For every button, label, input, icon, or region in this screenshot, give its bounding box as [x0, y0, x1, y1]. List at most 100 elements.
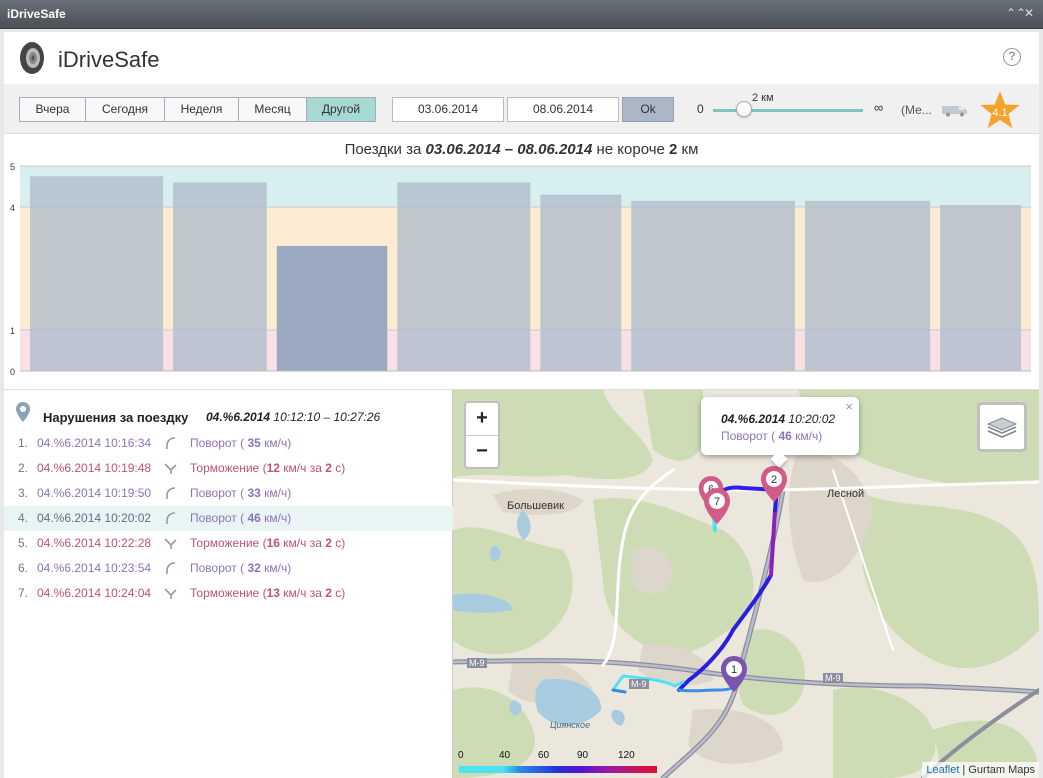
toolbar: Вчера Сегодня Неделя Месяц Другой 03.06.…: [4, 84, 1039, 134]
violation-row[interactable]: 4. 04.%6.2014 10:20:02 Поворот ( 46 км/ч): [4, 506, 453, 531]
violation-unit: км/ч): [260, 486, 292, 500]
app-container: iDriveSafe ? Вчера Сегодня Неделя Месяц …: [4, 32, 1039, 778]
location-pin-icon: [16, 402, 30, 422]
violation-row[interactable]: 5. 04.%6.2014 10:22:28 Торможение (16 км/ч…: [4, 531, 453, 556]
violation-marker-2[interactable]: 2: [758, 464, 790, 504]
violations-header: Нарушения за поездку 04.%6.2014 10:12:10…: [16, 402, 446, 426]
slider-max-label: ∞: [874, 100, 884, 115]
violation-time[interactable]: 04.%6.2014 10:24:04: [37, 581, 151, 606]
violation-type-label: Поворот (: [190, 561, 248, 575]
marker-7-label: 7: [714, 496, 720, 508]
popup-violation-unit: км/ч): [791, 429, 823, 443]
chart-bar-7[interactable]: [940, 204, 1021, 371]
violation-time[interactable]: 04.%6.2014 10:22:28: [37, 531, 151, 556]
road-label-m9-east: М-9: [823, 673, 843, 683]
violation-type: Поворот ( 32 км/ч): [190, 556, 291, 581]
violation-row[interactable]: 6. 04.%6.2014 10:23:54 Поворот ( 32 км/ч): [4, 556, 453, 581]
period-today-button[interactable]: Сегодня: [86, 97, 165, 122]
violation-number: 2.: [18, 461, 29, 475]
attribution-source: Gurtam Maps: [968, 764, 1035, 776]
violation-unit: км/ч): [260, 436, 292, 450]
chart-bar-3[interactable]: [397, 182, 531, 371]
chart-bar-1[interactable]: [173, 182, 267, 371]
violation-marker-7[interactable]: 7: [701, 486, 733, 526]
speed-legend-bar: [459, 766, 657, 773]
violation-time[interactable]: 04.%6.2014 10:19:48: [37, 456, 151, 481]
chart-bar-2[interactable]: [276, 245, 388, 371]
trips-chart: Поездки за 03.06.2014 – 08.06.2014 не ко…: [4, 135, 1039, 390]
layers-button[interactable]: [977, 402, 1027, 452]
popup-date: 04.%6.2014: [721, 412, 786, 426]
period-selector: Вчера Сегодня Неделя Месяц Другой: [19, 97, 376, 122]
speed-legend-60: 60: [538, 750, 550, 761]
violation-type-label: Торможение (: [190, 461, 267, 475]
violation-type-label: Поворот (: [190, 436, 248, 450]
violation-time[interactable]: 04.%6.2014 10:23:54: [37, 556, 151, 581]
violation-time[interactable]: 04.%6.2014 10:19:50: [37, 481, 151, 506]
violation-row[interactable]: 3. 04.%6.2014 10:19:50 Поворот ( 33 км/ч): [4, 481, 453, 506]
van-icon[interactable]: [941, 103, 971, 117]
period-month-button[interactable]: Месяц: [239, 97, 307, 122]
violation-row[interactable]: 1. 04.%6.2014 10:16:34 Поворот ( 35 км/ч): [4, 431, 453, 456]
violation-type: Торможение (13 км/ч за 2 с): [190, 581, 345, 606]
chart-bar-4[interactable]: [540, 194, 622, 371]
violation-number: 1.: [18, 436, 29, 450]
speed-legend-40: 40: [499, 750, 511, 761]
violation-duration-unit: с): [331, 536, 346, 550]
speed-legend-90: 90: [577, 750, 589, 761]
violation-row[interactable]: 2. 04.%6.2014 10:19:48 Торможение (12 км/ч…: [4, 456, 453, 481]
period-yesterday-button[interactable]: Вчера: [19, 97, 86, 122]
marker-1-label: 1: [731, 664, 737, 676]
place-label-tsyanskoe: Циянское: [550, 720, 591, 730]
popup-violation: Поворот ( 46 км/ч): [721, 429, 822, 443]
chart-bar-0[interactable]: [30, 176, 164, 371]
violation-time[interactable]: 04.%6.2014 10:16:34: [37, 431, 151, 456]
distance-slider-thumb[interactable]: [736, 101, 752, 117]
speed-legend-ticks: 0 40 60 90 120: [458, 750, 668, 764]
marker-2-label: 2: [771, 474, 777, 486]
close-window-icon[interactable]: ✕: [1024, 6, 1034, 20]
date-from-input[interactable]: 03.06.2014: [392, 97, 504, 122]
ok-button[interactable]: Ok: [622, 97, 674, 122]
map-view[interactable]: 2 6 7 1 Большевик Лесной Циянское М-9 М-…: [453, 390, 1039, 778]
popup-violation-label: Поворот (: [721, 429, 779, 443]
violation-popup: × 04.%6.2014 10:20:02 Поворот ( 46 км/ч): [701, 397, 859, 468]
window-title: iDriveSafe: [7, 7, 66, 21]
violation-time[interactable]: 04.%6.2014 10:20:02: [37, 506, 151, 531]
turn-icon: [166, 487, 176, 499]
period-custom-button[interactable]: Другой: [307, 97, 376, 122]
date-to-input[interactable]: 08.06.2014: [507, 97, 619, 122]
violation-number: 5.: [18, 536, 29, 550]
violation-type: Торможение (16 км/ч за 2 с): [190, 531, 345, 556]
turn-icon: [166, 512, 176, 524]
chart-y-tick-label: 1: [10, 326, 15, 336]
violations-trip-time: 10:12:10 – 10:27:26: [273, 410, 381, 424]
violation-speed: 32: [247, 561, 261, 575]
violation-unit: км/ч за: [279, 586, 326, 600]
violation-type: Поворот ( 35 км/ч): [190, 431, 291, 456]
popup-violation-speed: 46: [778, 429, 792, 443]
chart-bar-5[interactable]: [631, 200, 795, 371]
violation-row[interactable]: 7. 04.%6.2014 10:24:04 Торможение (13 км/ч…: [4, 581, 453, 606]
leaflet-link[interactable]: Leaflet: [926, 764, 959, 776]
road-label-m9-center: М-9: [629, 679, 649, 689]
violation-type: Поворот ( 33 км/ч): [190, 481, 291, 506]
period-week-button[interactable]: Неделя: [165, 97, 239, 122]
violation-type-label: Поворот (: [190, 486, 248, 500]
zoom-out-button[interactable]: −: [466, 435, 498, 467]
popup-close-icon[interactable]: ×: [845, 399, 853, 414]
chart-y-tick-label: 4: [10, 203, 15, 213]
chart-bar-6[interactable]: [804, 200, 931, 371]
speed-legend-120: 120: [618, 750, 635, 761]
zoom-control: + −: [464, 401, 500, 469]
vehicle-label[interactable]: (Ме...: [901, 103, 932, 117]
chart-plot: 0 1 4 5: [10, 162, 1031, 377]
zoom-in-button[interactable]: +: [466, 403, 498, 435]
violation-marker-1[interactable]: 1: [718, 654, 750, 694]
help-icon[interactable]: ?: [1003, 48, 1021, 66]
chart-y-tick-label: 5: [10, 162, 15, 172]
tire-logo-icon: [20, 42, 44, 74]
brake-icon: [164, 588, 177, 599]
violation-speed: 35: [247, 436, 261, 450]
violations-trip-date: 04.%6.2014: [206, 410, 271, 424]
